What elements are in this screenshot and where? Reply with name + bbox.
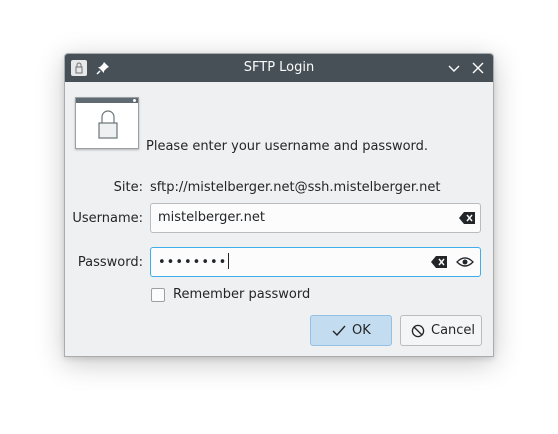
password-field[interactable]: •••••••• [150,247,481,277]
lock-icon [75,97,139,149]
cancel-circle-icon [411,324,425,338]
remember-password-checkbox[interactable] [151,288,165,302]
minimize-chevron-icon[interactable] [445,59,463,77]
cancel-button[interactable]: Cancel [400,315,482,346]
cancel-button-label: Cancel [431,323,476,338]
title-bar[interactable]: SFTP Login [65,54,493,82]
clear-text-icon[interactable] [431,254,449,270]
ok-button-label: OK [352,323,371,338]
show-password-eye-icon[interactable] [456,254,474,270]
remember-password-label[interactable]: Remember password [173,287,310,302]
username-value: mistelberger.net [158,210,265,225]
username-label: Username: [72,211,143,226]
username-field[interactable]: mistelberger.net [150,203,481,233]
clear-text-icon[interactable] [459,210,477,226]
password-value: •••••••• [158,253,230,270]
site-value: sftp://mistelberger.net@ssh.mistelberger… [150,180,441,195]
password-label: Password: [77,255,143,270]
window-title: SFTP Login [243,60,315,75]
sftp-login-dialog: SFTP Login Please enter your username an… [64,53,494,357]
instruction-text: Please enter your username and password. [146,139,429,154]
close-icon[interactable] [469,59,487,77]
site-label: Site: [113,180,143,195]
checkmark-icon [332,325,346,337]
ok-button[interactable]: OK [310,315,392,346]
